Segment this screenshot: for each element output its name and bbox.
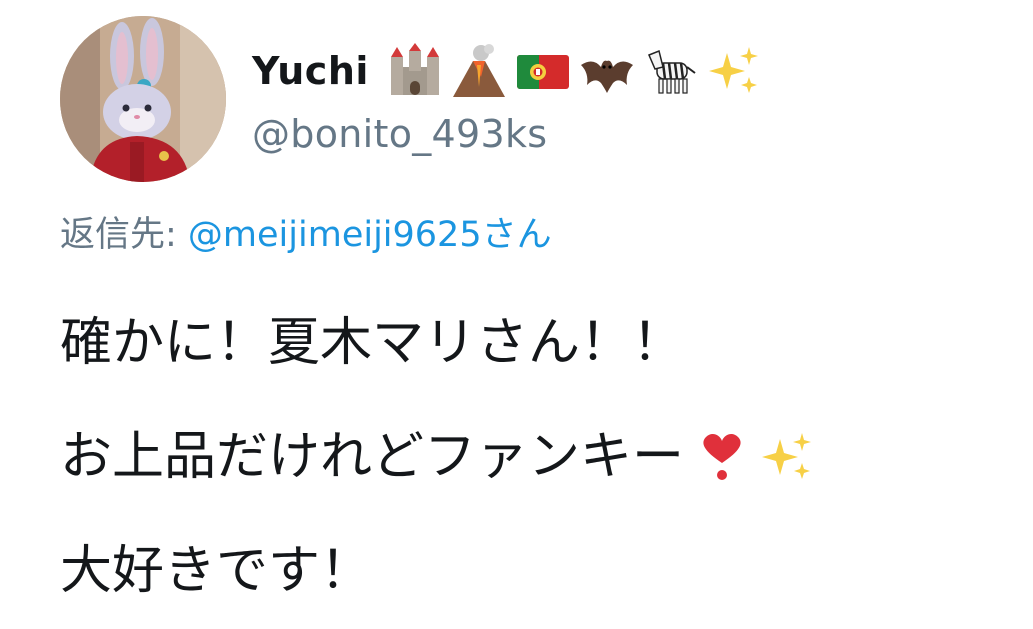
portugal-flag-icon xyxy=(515,43,571,99)
tweet-line-1-text: 確かに！夏木マリさん！！ xyxy=(60,313,685,373)
tweet-line-2: お上品だけれどファンキー xyxy=(60,400,1020,514)
author-avatar[interactable] xyxy=(60,16,226,182)
castle-icon xyxy=(387,43,443,99)
heavy-heart-exclamation-icon xyxy=(694,429,750,485)
reply-mention-suffix[interactable]: さん xyxy=(482,215,552,255)
reply-prefix: 返信先: xyxy=(60,215,188,255)
sparkles-icon xyxy=(707,43,763,99)
bat-icon xyxy=(579,43,635,99)
reply-mention-link[interactable]: @meijimeiji9625 xyxy=(188,215,482,255)
tweet-line-2-text: お上品だけれどファンキー xyxy=(60,427,685,487)
tweet-line-3: 大好きです！ xyxy=(60,514,1020,628)
tweet-line-3-text: 大好きです！ xyxy=(60,541,373,601)
author-name-row[interactable]: Yuchi xyxy=(252,38,1012,104)
tweet-line-1: 確かに！夏木マリさん！！ xyxy=(60,286,1020,400)
author-display-name[interactable]: Yuchi xyxy=(252,49,369,93)
tweet-header: Yuchi @bonito_493ks xyxy=(252,38,1012,156)
author-handle[interactable]: @bonito_493ks xyxy=(252,112,1012,156)
reply-context: 返信先: @meijimeiji9625さん xyxy=(60,206,552,257)
avatar-image xyxy=(60,16,226,182)
sparkles-icon xyxy=(760,429,816,485)
volcano-icon xyxy=(451,43,507,99)
tweet-text: 確かに！夏木マリさん！！ お上品だけれどファンキー 大好きです！ xyxy=(60,286,1020,628)
zebra-icon xyxy=(643,43,699,99)
